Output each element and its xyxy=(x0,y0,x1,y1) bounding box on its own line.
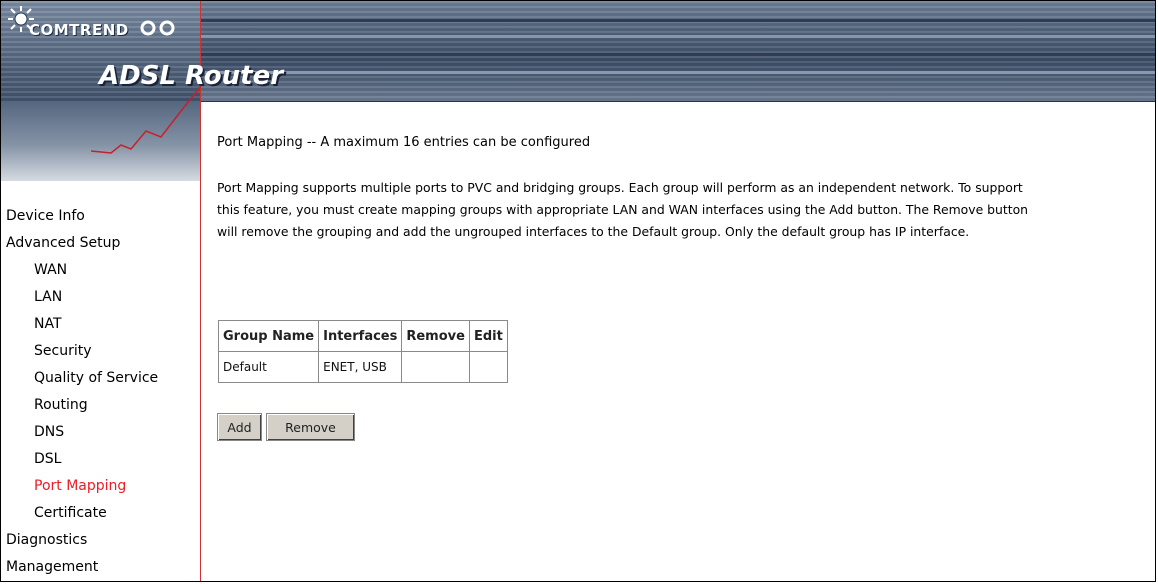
brand-logo: COMTREND xyxy=(29,21,129,39)
page-description: Port Mapping supports multiple ports to … xyxy=(217,177,1155,243)
cell-edit xyxy=(468,351,508,383)
cell-group-name: Default xyxy=(217,351,320,383)
column-header-group-name: Group Name xyxy=(217,320,320,352)
table-header-row: Group Name Interfaces Remove Edit xyxy=(217,320,508,352)
sidebar-item-dns[interactable]: DNS xyxy=(1,419,200,446)
swoosh-graphic-icon xyxy=(91,85,201,154)
cell-remove xyxy=(401,351,470,383)
description-line: Port Mapping supports multiple ports to … xyxy=(217,180,1023,195)
sidebar-item-port-mapping[interactable]: Port Mapping xyxy=(1,473,200,500)
main-content: Port Mapping -- A maximum 16 entries can… xyxy=(217,131,1155,239)
left-panel: COMTREND ADSL Router Device Info Advance… xyxy=(1,1,283,581)
sidebar-item-wan[interactable]: WAN xyxy=(1,257,200,284)
sidebar-item-security[interactable]: Security xyxy=(1,338,200,365)
add-button[interactable]: Add xyxy=(217,413,262,441)
sidebar-item-lan[interactable]: LAN xyxy=(1,284,200,311)
sidebar-item-quality-of-service[interactable]: Quality of Service xyxy=(1,365,200,392)
column-header-edit: Edit xyxy=(468,320,508,352)
sidebar-item-certificate[interactable]: Certificate xyxy=(1,500,200,527)
sidebar-item-nat[interactable]: NAT xyxy=(1,311,200,338)
sidebar-item-management[interactable]: Management xyxy=(1,554,200,581)
sidebar-item-routing[interactable]: Routing xyxy=(1,392,200,419)
column-header-interfaces: Interfaces xyxy=(318,320,403,352)
sidebar-item-advanced-setup[interactable]: Advanced Setup xyxy=(1,230,200,257)
sidebar-menu: Device Info Advanced Setup WAN LAN NAT S… xyxy=(1,203,200,581)
table-row: Default ENET, USB xyxy=(217,351,508,383)
logo-circles-icon xyxy=(140,20,175,36)
sidebar-item-device-info[interactable]: Device Info xyxy=(1,203,200,230)
cell-interfaces: ENET, USB xyxy=(318,351,403,383)
sidebar-item-dsl[interactable]: DSL xyxy=(1,446,200,473)
description-line: will remove the grouping and add the ung… xyxy=(217,224,970,239)
column-header-remove: Remove xyxy=(401,320,470,352)
page-title: Port Mapping -- A maximum 16 entries can… xyxy=(217,135,591,150)
description-line: this feature, you must create mapping gr… xyxy=(217,202,1029,217)
sidebar-item-diagnostics[interactable]: Diagnostics xyxy=(1,527,200,554)
port-mapping-table: Group Name Interfaces Remove Edit Defaul… xyxy=(217,320,508,383)
page-frame: COMTREND ADSL Router Device Info Advance… xyxy=(0,0,1156,582)
remove-button[interactable]: Remove xyxy=(266,413,355,441)
logo-area: COMTREND ADSL Router xyxy=(1,1,283,181)
